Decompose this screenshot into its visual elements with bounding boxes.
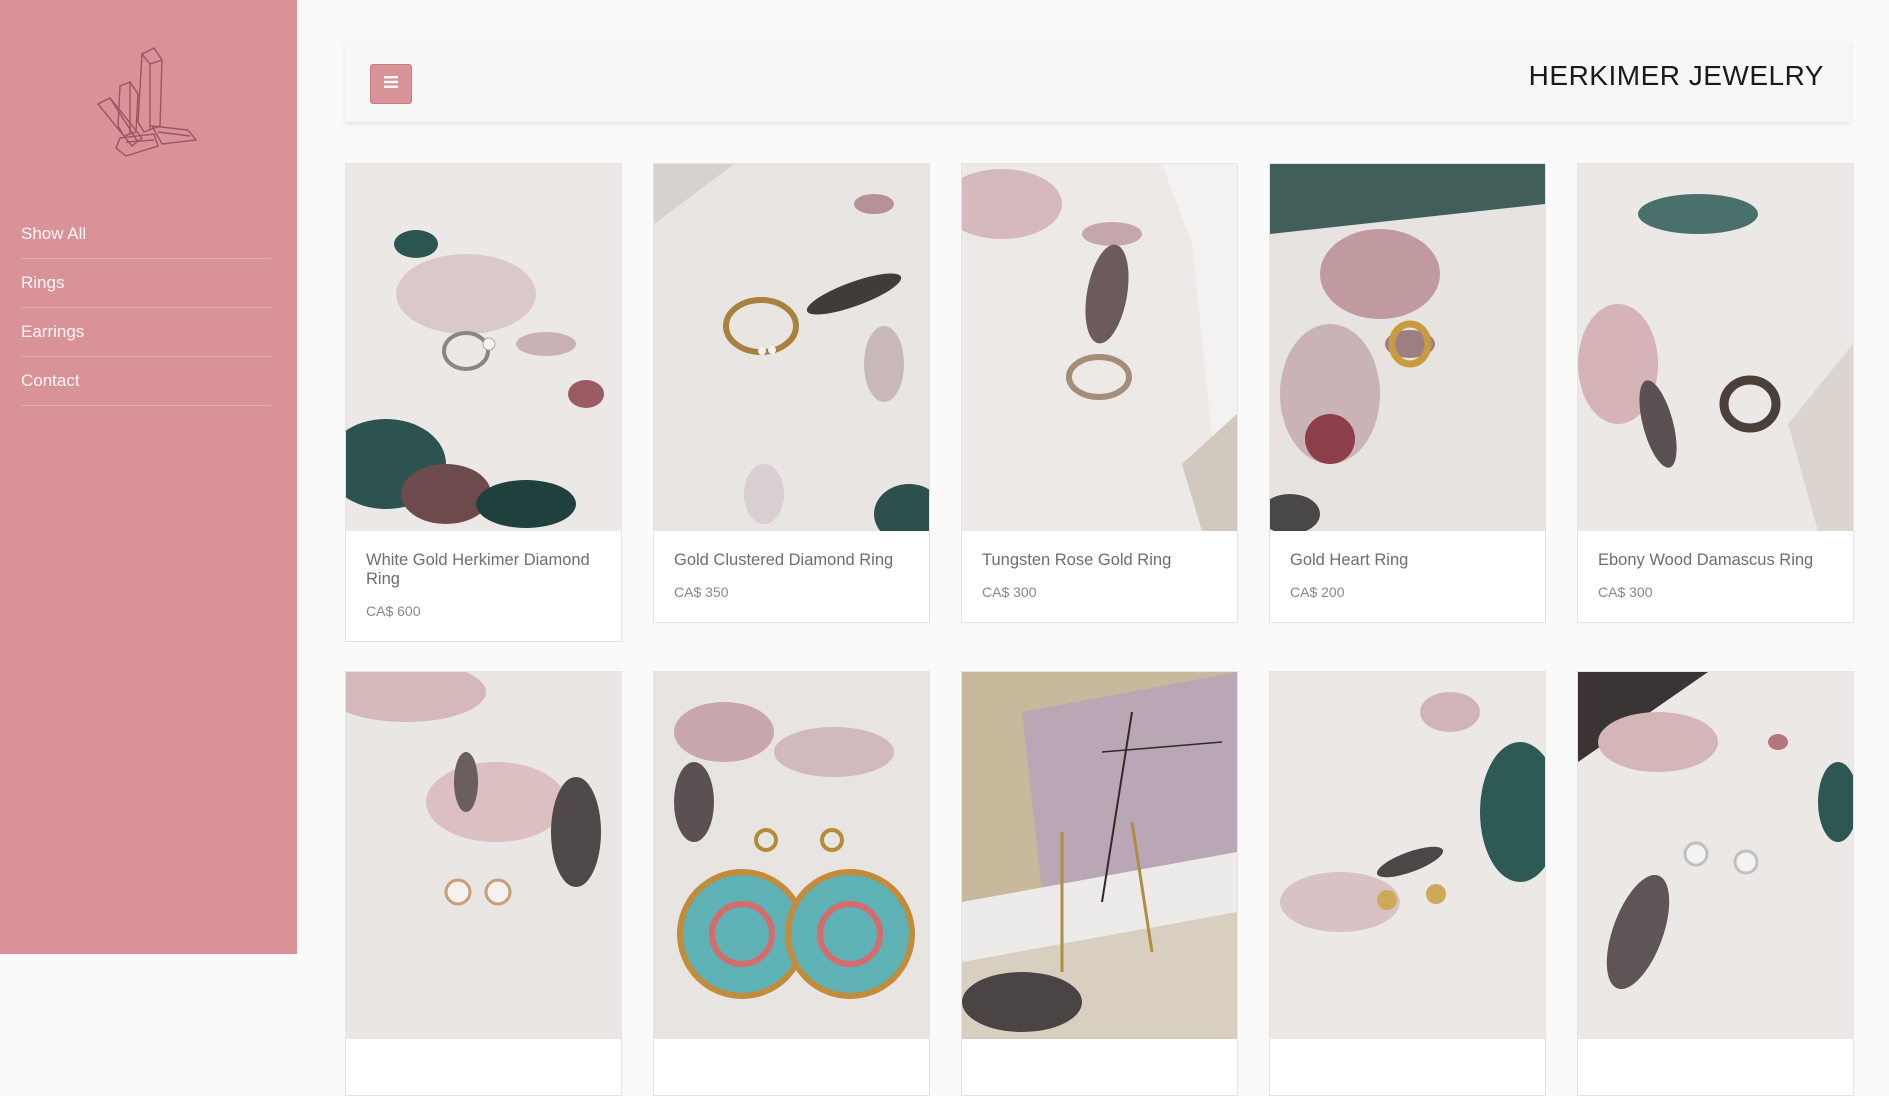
product-card[interactable]: Gold Clustered Diamond Ring CA$ 350 bbox=[653, 163, 930, 623]
product-price: CA$ 300 bbox=[982, 584, 1037, 600]
product-card[interactable]: Ebony Wood Damascus Ring CA$ 300 bbox=[1577, 163, 1854, 623]
product-image[interactable] bbox=[1270, 672, 1545, 1039]
product-image[interactable] bbox=[346, 164, 621, 531]
sidebar-item-rings[interactable]: Rings bbox=[21, 259, 271, 308]
product-name[interactable]: Tungsten Rose Gold Ring bbox=[982, 551, 1217, 570]
product-price: CA$ 350 bbox=[674, 584, 729, 600]
product-card[interactable] bbox=[1577, 671, 1854, 1096]
product-image[interactable] bbox=[654, 164, 929, 531]
product-card[interactable]: Gold Heart Ring CA$ 200 bbox=[1269, 163, 1546, 623]
crystal-logo-icon[interactable] bbox=[92, 46, 202, 158]
product-name[interactable]: Ebony Wood Damascus Ring bbox=[1598, 551, 1833, 570]
product-card[interactable] bbox=[653, 671, 930, 1096]
sidebar-nav: Show All Rings Earrings Contact bbox=[21, 210, 271, 406]
product-image[interactable] bbox=[654, 672, 929, 1039]
product-card[interactable] bbox=[1269, 671, 1546, 1096]
product-card[interactable] bbox=[345, 671, 622, 1096]
main-content: HERKIMER JEWELRY White Gold Herkimer Dia… bbox=[297, 0, 1889, 1096]
hamburger-menu-icon bbox=[384, 75, 398, 93]
top-bar: HERKIMER JEWELRY bbox=[345, 42, 1850, 122]
product-name[interactable]: White Gold Herkimer Diamond Ring bbox=[366, 551, 601, 589]
sidebar: Show All Rings Earrings Contact bbox=[0, 0, 297, 954]
menu-toggle-button[interactable] bbox=[370, 64, 412, 104]
product-image[interactable] bbox=[1270, 164, 1545, 531]
sidebar-item-show-all[interactable]: Show All bbox=[21, 210, 271, 259]
brand-title: HERKIMER JEWELRY bbox=[1528, 60, 1824, 91]
product-name[interactable]: Gold Heart Ring bbox=[1290, 551, 1525, 570]
product-card[interactable] bbox=[961, 671, 1238, 1096]
product-price: CA$ 200 bbox=[1290, 584, 1345, 600]
product-image[interactable] bbox=[962, 164, 1237, 531]
product-image[interactable] bbox=[1578, 164, 1853, 531]
product-image[interactable] bbox=[1578, 672, 1853, 1039]
product-price: CA$ 300 bbox=[1598, 584, 1653, 600]
product-name[interactable]: Gold Clustered Diamond Ring bbox=[674, 551, 909, 570]
product-image[interactable] bbox=[962, 672, 1237, 1039]
product-card[interactable]: Tungsten Rose Gold Ring CA$ 300 bbox=[961, 163, 1238, 623]
product-card[interactable]: White Gold Herkimer Diamond Ring CA$ 600 bbox=[345, 163, 622, 642]
sidebar-item-earrings[interactable]: Earrings bbox=[21, 308, 271, 357]
sidebar-item-contact[interactable]: Contact bbox=[21, 357, 271, 406]
product-image[interactable] bbox=[346, 672, 621, 1039]
product-price: CA$ 600 bbox=[366, 603, 421, 619]
